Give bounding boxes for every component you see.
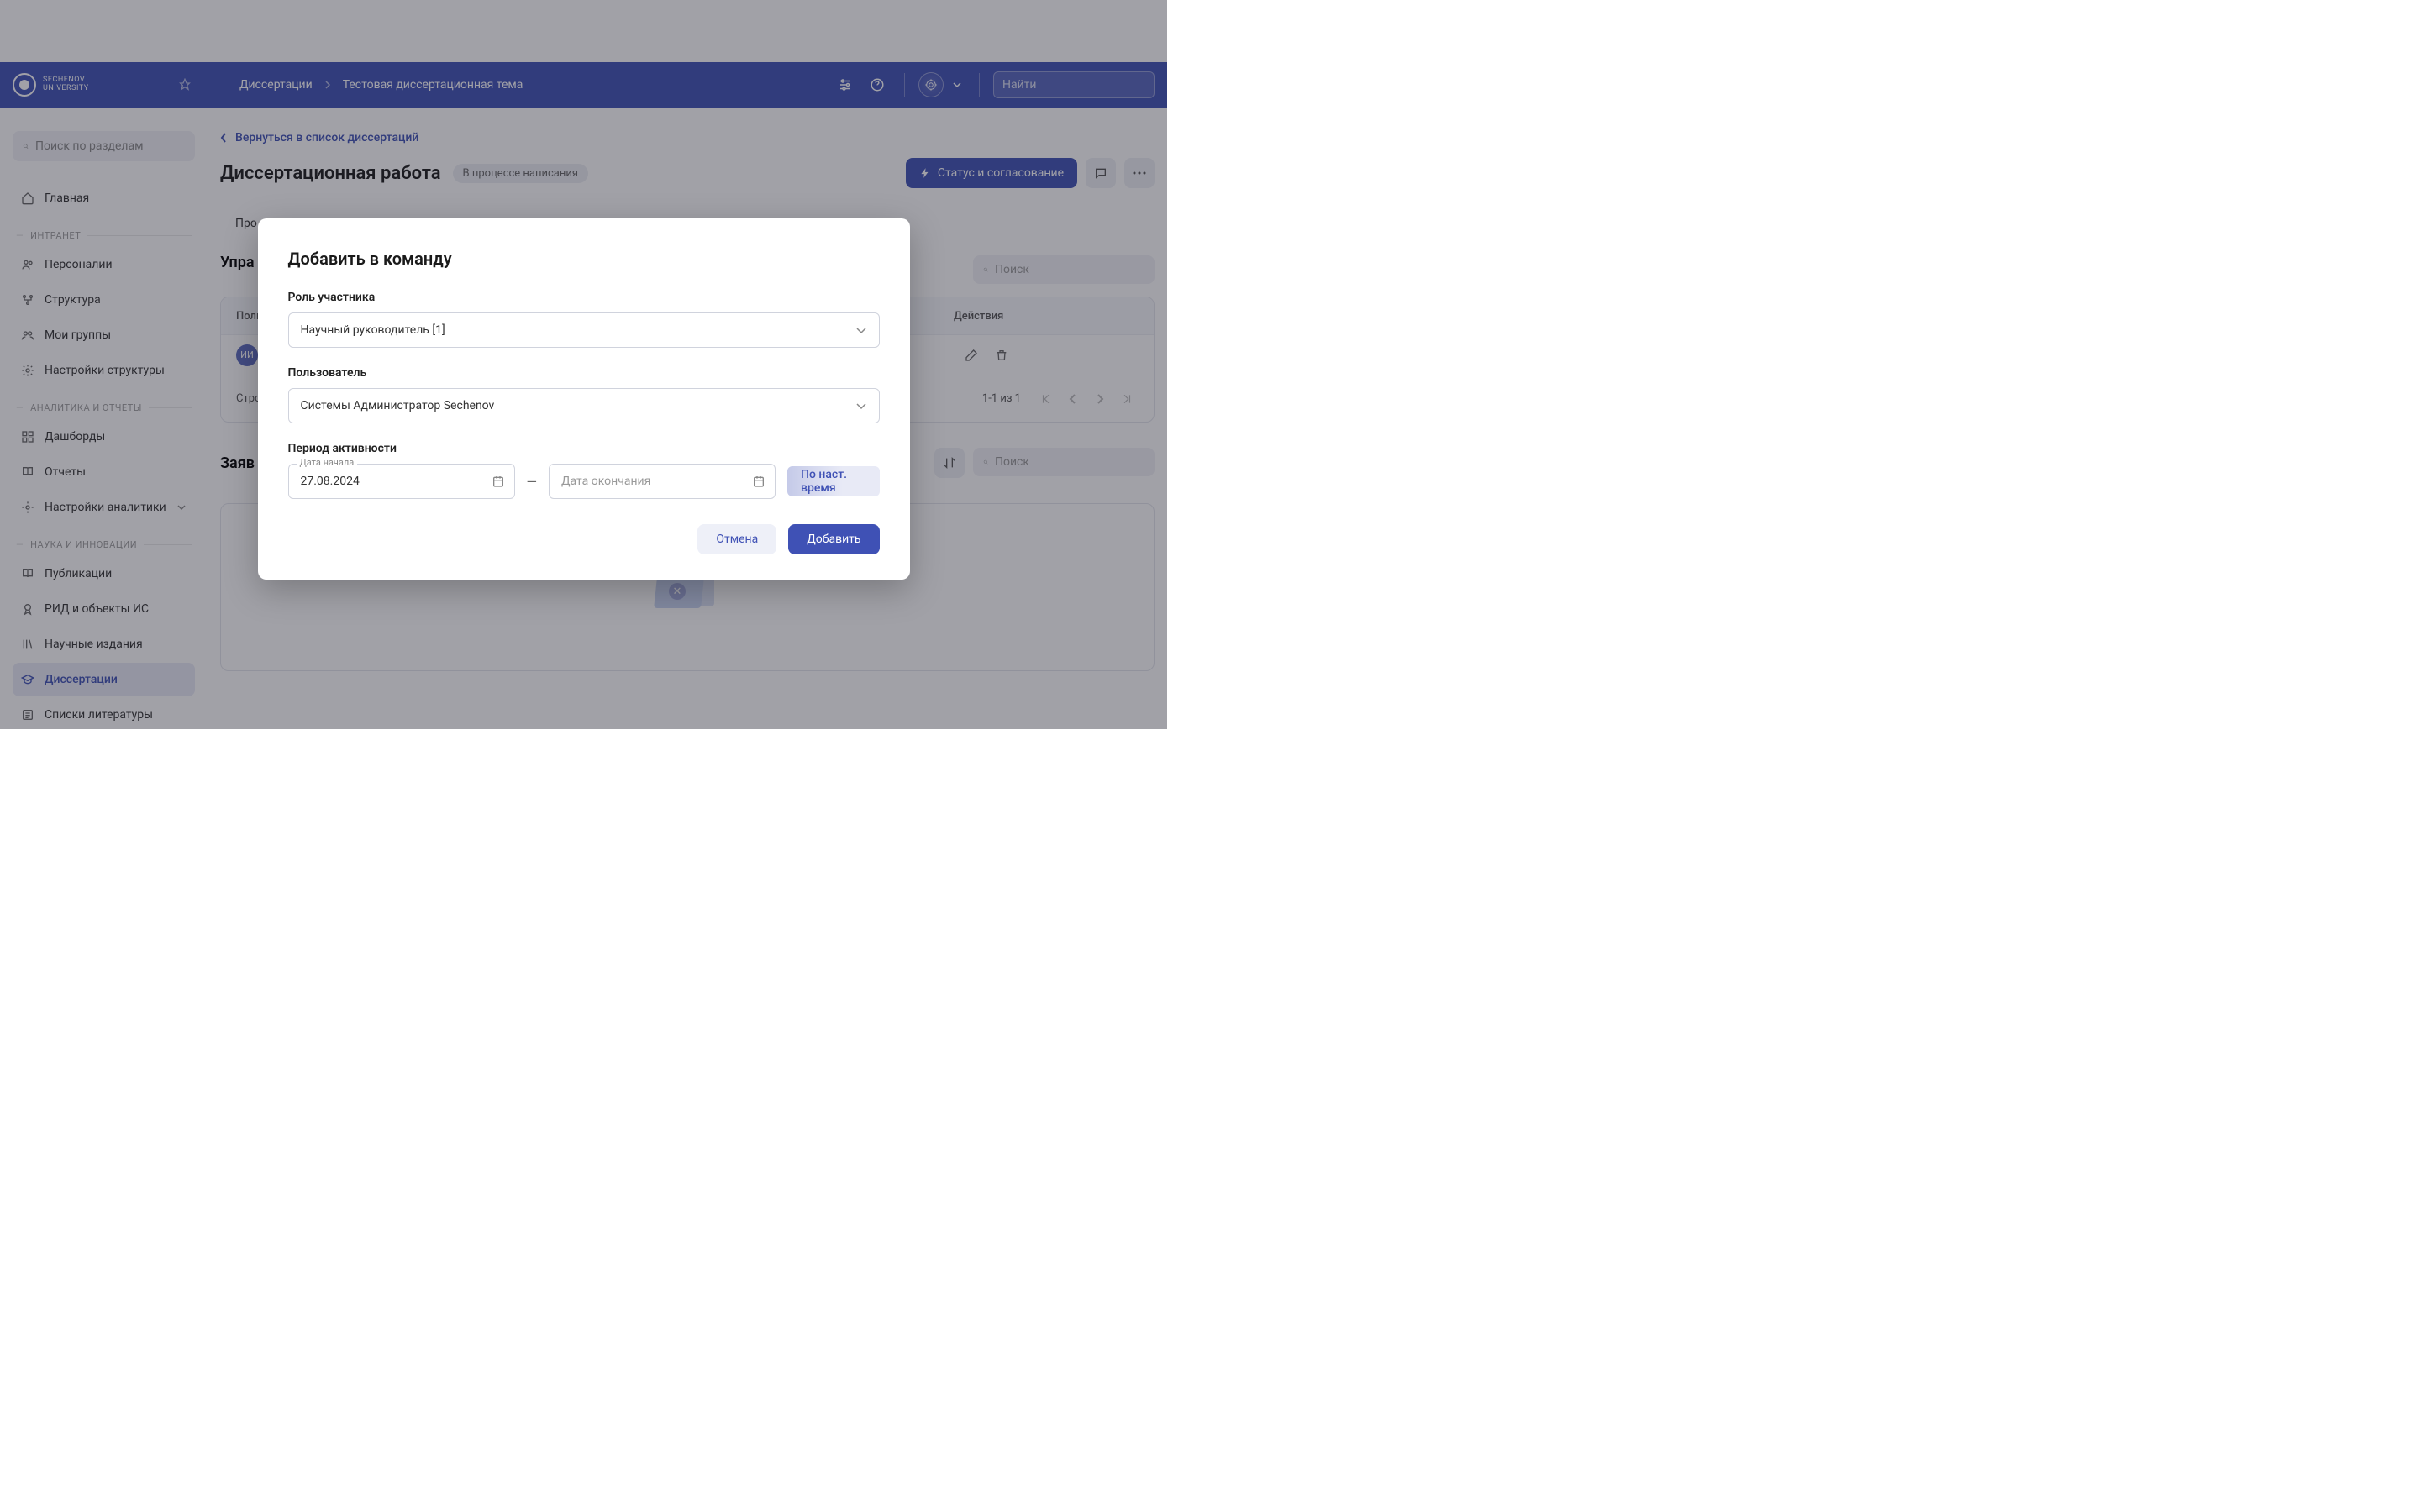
user-label: Пользователь [288,366,880,380]
add-team-modal: Добавить в команду Роль участника Научны… [258,218,910,580]
user-select[interactable]: Системы Администратор Sechenov [288,388,880,423]
chevron-down-icon [855,402,867,410]
start-date-label: Дата начала [297,457,358,468]
calendar-icon[interactable] [752,475,765,488]
cancel-button[interactable]: Отмена [697,524,776,554]
period-label: Период активности [288,442,880,455]
start-date-input[interactable] [288,464,515,499]
modal-title: Добавить в команду [288,249,880,269]
start-date-field[interactable]: Дата начала [288,464,515,499]
end-date-input[interactable] [549,464,776,499]
role-select[interactable]: Научный руководитель [1] [288,312,880,348]
role-label: Роль участника [288,291,880,304]
submit-button[interactable]: Добавить [788,524,879,554]
range-separator: — [527,474,538,490]
modal-overlay[interactable]: Добавить в команду Роль участника Научны… [0,0,1167,729]
end-date-field[interactable] [549,464,776,499]
chevron-down-icon [855,327,867,334]
calendar-icon[interactable] [492,475,505,488]
present-time-toggle[interactable]: По наст. время [787,466,880,496]
